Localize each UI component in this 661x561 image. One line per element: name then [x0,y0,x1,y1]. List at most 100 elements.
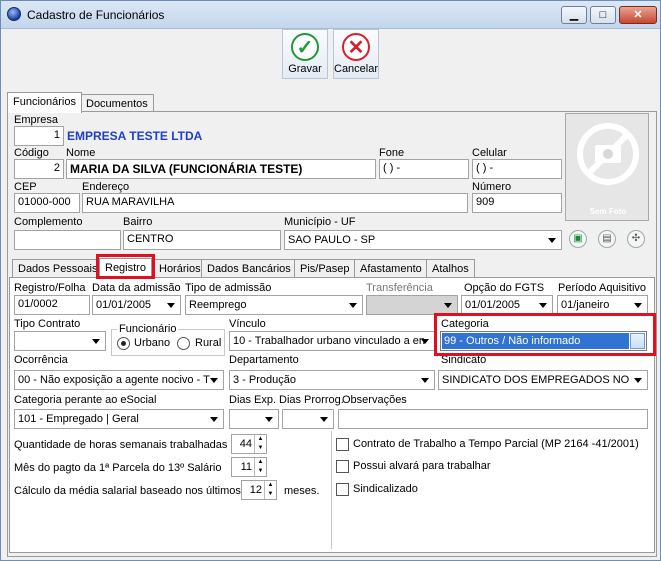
window-title: Cadastro de Funcionários [27,8,165,22]
municipio-select[interactable]: SAO PAULO - SP [284,230,562,250]
cancel-button[interactable]: ✕ Cancelar [333,29,379,79]
mes-pagto-value: 11 [240,461,252,473]
spin-down-icon[interactable]: ▼ [254,467,266,476]
contrato-parcial-label: Contrato de Trabalho a Tempo Parcial (MP… [353,438,639,450]
bairro-label: Bairro [123,216,153,228]
dias-prorrog-label: Dias Prorrog. [279,394,344,406]
photo-capture-icon[interactable]: ✣ [627,230,645,248]
categoria-label: Categoria [441,318,489,330]
empresa-code-field[interactable]: 1 [14,126,64,146]
spin-up-icon[interactable]: ▲ [254,458,266,467]
spin-up-icon[interactable]: ▲ [254,435,266,444]
fone-field[interactable]: ( ) - [379,159,469,179]
minimize-button[interactable]: ▁ [561,6,587,24]
opcao-fgts-label: Opção do FGTS [464,282,545,294]
close-button[interactable]: ✕ [619,6,657,24]
rural-radio[interactable] [177,337,190,350]
transferencia-select[interactable] [366,295,458,315]
tipo-contrato-select[interactable] [14,331,106,351]
cep-label: CEP [14,181,37,193]
tab-atalhos[interactable]: Atalhos [426,259,475,278]
periodo-aquisitivo-select[interactable]: 01/janeiro [557,295,648,315]
urbano-label: Urbano [134,337,171,349]
categoria-select[interactable]: 99 - Outros / Não informado [440,331,647,351]
tab-dados-bancarios[interactable]: Dados Bancários [201,259,297,278]
alvara-checkbox[interactable] [336,460,349,473]
empresa-label: Empresa [14,114,59,126]
tab-registro[interactable]: Registro [99,258,152,279]
bairro-field[interactable]: CENTRO [123,230,281,250]
sindicato-label: Sindicato [441,354,487,366]
categoria-esocial-select[interactable]: 101 - Empregado | Geral [14,409,224,429]
photo-load-icon[interactable]: ▣ [569,230,587,248]
save-label: Gravar [288,63,322,75]
cancel-label: Cancelar [334,63,379,75]
registro-folha-field[interactable]: 01/0002 [14,295,90,315]
tab-pis-pasep[interactable]: Pis/Pasep [294,259,356,278]
x-circle-icon: ✕ [342,33,370,61]
main-window: Cadastro de Funcionários ▁ □ ✕ ✓ Gravar … [0,0,661,561]
sindicalizado-checkbox[interactable] [336,483,349,496]
alvara-label: Possui alvará para trabalhar [353,460,491,472]
nome-label: Nome [66,147,96,159]
fone-label: Fone [379,147,405,159]
departamento-label: Departamento [229,354,299,366]
codigo-field[interactable]: 2 [14,159,64,179]
numero-label: Número [472,181,512,193]
celular-label: Celular [472,147,507,159]
funcionario-label: Funcionário [117,323,179,335]
nome-field[interactable]: MARIA DA SILVA (FUNCIONÁRIA TESTE) [66,159,376,179]
tab-afastamento[interactable]: Afastamento [354,259,428,278]
vinculo-label: Vínculo [229,318,266,330]
complemento-field[interactable] [14,230,121,250]
spin-up-icon[interactable]: ▲ [264,481,276,490]
spin-down-icon[interactable]: ▼ [254,444,266,453]
horas-semanais-value: 44 [239,438,252,450]
departamento-select[interactable]: 3 - Produção [229,370,435,390]
maximize-button[interactable]: □ [590,6,616,24]
mes-pagto-label: Mês do pagto da 1ª Parcela do 13º Salári… [14,462,222,474]
tab-funcionarios[interactable]: Funcionários [7,92,82,113]
urbano-radio[interactable] [117,337,130,350]
photo-delete-icon[interactable]: ▤ [598,230,616,248]
tipo-admissao-label: Tipo de admissão [185,282,272,294]
tab-horarios[interactable]: Horários [153,259,207,278]
photo-placeholder: Sem Foto [565,113,649,221]
endereco-label: Endereço [82,181,130,193]
vinculo-select[interactable]: 10 - Trabalhador urbano vinculado a en [229,331,435,351]
sindicalizado-label: Sindicalizado [353,483,418,495]
app-icon [7,7,21,21]
spin-down-icon[interactable]: ▼ [264,490,276,499]
categoria-selected-value: 99 - Outros / Não informado [442,333,629,349]
empresa-name: EMPRESA TESTE LTDA [67,129,203,143]
data-admissao-select[interactable]: 01/01/2005 [92,295,181,315]
numero-field[interactable]: 909 [472,193,562,213]
celular-field[interactable]: ( ) - [472,159,562,179]
opcao-fgts-select[interactable]: 01/01/2005 [461,295,553,315]
dias-exp-select[interactable] [229,409,279,429]
tab-dados-pessoais[interactable]: Dados Pessoais [12,259,104,278]
observacoes-label: Observações [342,394,407,406]
title-bar: Cadastro de Funcionários ▁ □ ✕ [1,1,660,29]
horas-semanais-spinner[interactable]: 44 ▲ ▼ [231,434,267,454]
ocorrencia-select[interactable]: 00 - Não exposição a agente nocivo - T [14,370,224,390]
transferencia-label: Transferência [366,282,433,294]
horas-semanais-label: Quantidade de horas semanais trabalhadas [14,439,228,451]
registro-folha-label: Registro/Folha [14,282,86,294]
endereco-field[interactable]: RUA MARAVILHA [82,193,468,213]
dias-prorrog-select[interactable] [282,409,334,429]
cep-field[interactable]: 01000-000 [14,193,80,213]
sindicato-select[interactable]: SINDICATO DOS EMPREGADOS NO [438,370,648,390]
contrato-parcial-checkbox[interactable] [336,438,349,451]
mes-pagto-spinner[interactable]: 11 ▲ ▼ [231,457,267,477]
vertical-divider [331,431,332,549]
rural-label: Rural [195,337,222,349]
tipo-admissao-select[interactable]: Reemprego [185,295,363,315]
chevron-down-icon[interactable] [630,333,645,349]
media-salarial-label: Cálculo da média salarial baseado nos úl… [14,485,241,497]
media-salarial-spinner[interactable]: 12 ▲ ▼ [241,480,277,500]
no-photo-icon [577,123,639,185]
observacoes-field[interactable] [338,409,648,429]
save-button[interactable]: ✓ Gravar [282,29,328,79]
categoria-esocial-label: Categoria perante ao eSocial [14,394,157,406]
